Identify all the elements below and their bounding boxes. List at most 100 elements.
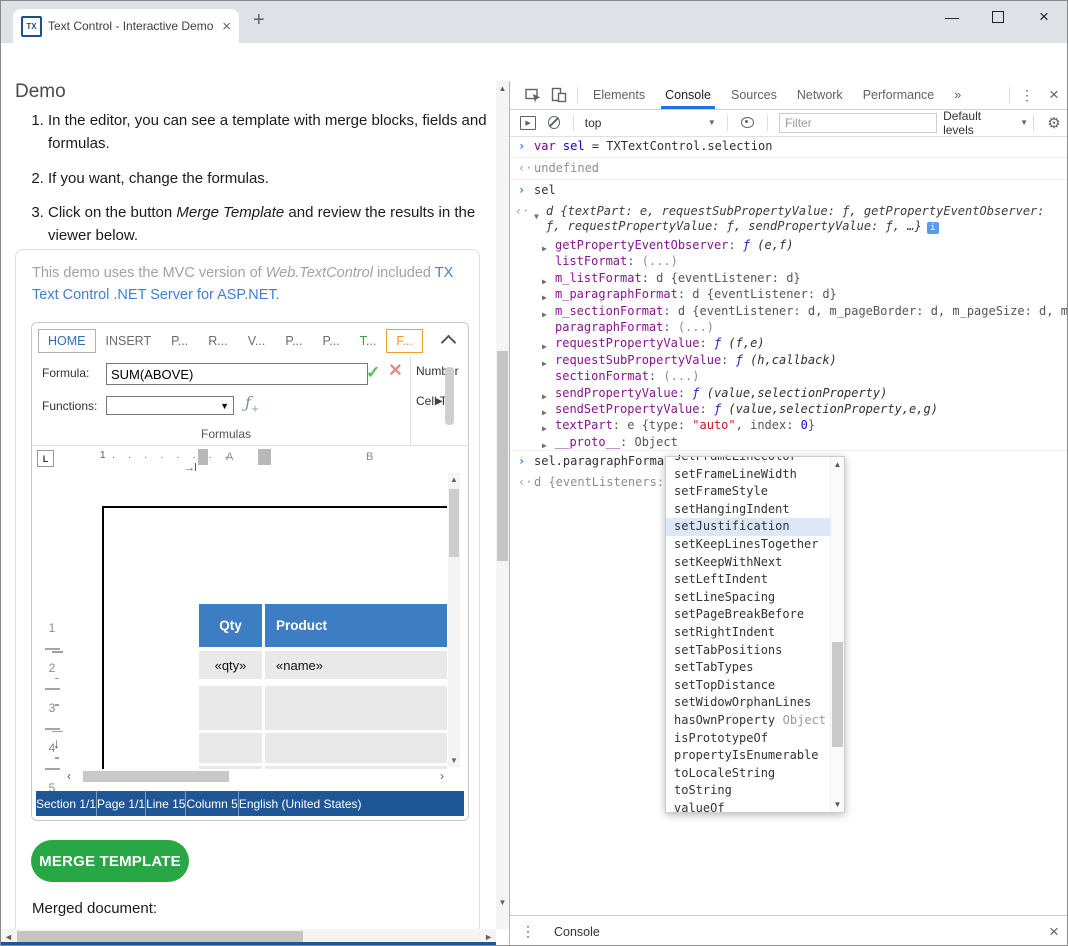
console-result[interactable]: ‹· undefined [510,157,1068,180]
autocomplete-item[interactable]: toString [666,782,844,800]
autocomplete-item[interactable]: setLineSpacing [666,589,844,607]
ribbon-tab[interactable]: R... [198,329,237,353]
expander-icon[interactable]: ▶ [542,339,547,351]
autocomplete-item[interactable]: setTabTypes [666,659,844,677]
autocomplete-item[interactable]: setKeepLinesTogether [666,536,844,554]
table-cell-empty[interactable] [265,686,447,730]
editor-horizontal-scrollbar[interactable]: ‹ › [67,769,444,784]
console-property-row[interactable]: ▶ m_listFormat: d {eventListener: d} [510,270,1068,286]
new-tab-button[interactable]: + [253,9,265,32]
autocomplete-item[interactable]: setRightIndent [666,624,844,642]
context-selector[interactable]: top▼ [579,116,722,130]
scroll-up-icon[interactable]: ▲ [831,460,844,469]
filter-input[interactable] [779,113,937,133]
settings-gear-icon[interactable]: ⚙ [1039,114,1068,132]
autocomplete-item[interactable]: toLocaleString [666,765,844,783]
cancel-formula-icon[interactable]: × [389,359,402,381]
expander-open-icon[interactable]: ▼ [534,209,539,224]
autocomplete-item[interactable]: setFrameStyle [666,483,844,501]
tab-selector-box[interactable]: L [37,450,54,467]
expander-icon[interactable]: ▶ [542,307,547,319]
scrollbar-thumb[interactable] [497,351,508,561]
table-cell-empty[interactable] [199,733,262,763]
drawer-close-icon[interactable]: × [1039,922,1068,942]
document-area[interactable]: ↓ Qty Product «qty» «name» [32,471,447,769]
expander-icon[interactable]: ▶ [542,438,547,450]
expander-icon[interactable]: ▶ [542,274,547,286]
expander-icon[interactable]: ▶ [542,421,547,433]
tab-close-icon[interactable]: × [222,19,231,34]
log-levels-dropdown[interactable]: Default levels▼ [943,109,1028,137]
table-header-qty[interactable]: Qty [199,604,262,647]
minimize-button[interactable]: — [929,1,975,32]
expand-right-icon[interactable]: ▶ [435,396,443,407]
devtools-tab[interactable]: Elements [583,82,655,109]
autocomplete-item[interactable]: setTopDistance [666,677,844,695]
autocomplete-item[interactable]: setLeftIndent [666,571,844,589]
console-property-row[interactable]: ▶ getPropertyEventObserver: ƒ (e,f) [510,237,1068,253]
console-sidebar-icon[interactable]: ▶ [520,116,536,130]
merge-template-button[interactable]: MERGE TEMPLATE [31,840,189,882]
console-property-row[interactable]: ▶ requestSubPropertyValue: ƒ (h,callback… [510,352,1068,368]
scroll-right-icon[interactable]: ► [484,932,493,942]
ribbon-tab[interactable]: V... [238,329,276,353]
expander-icon[interactable]: ▶ [542,241,547,253]
drawer-console-tab[interactable]: Console [540,916,614,946]
ruler-column-marker[interactable] [258,449,271,465]
ribbon-tab[interactable]: P... [161,329,198,353]
autocomplete-item[interactable]: propertyIsEnumerable [666,747,844,765]
autocomplete-item[interactable]: setJustification [666,518,844,536]
console-property-row[interactable]: ▶ m_sectionFormat: d {eventListener: d, … [510,303,1068,319]
ribbon-tab[interactable]: T... [350,329,387,353]
merge-field-name[interactable]: «name» [265,651,447,679]
ribbon-tab[interactable]: P... [275,329,312,353]
insert-function-icon[interactable]: ƒ+ [245,393,259,415]
close-button[interactable]: × [1021,1,1067,32]
autocomplete-item[interactable]: setKeepWithNext [666,554,844,572]
inspect-element-icon[interactable] [520,87,546,103]
status-item[interactable]: Section 1/1 [36,791,96,816]
table-header-product[interactable]: Product [265,604,447,647]
status-item[interactable]: English (United States) [238,791,362,816]
scroll-down-icon[interactable]: ▼ [449,756,459,765]
scroll-up-icon[interactable]: ▲ [496,84,509,93]
devtools-tab[interactable]: Network [787,82,853,109]
live-expression-icon[interactable] [741,117,755,128]
status-item[interactable]: Column 5 [185,791,237,816]
console-property-row[interactable]: ▶ requestPropertyValue: ƒ (f,e) [510,335,1068,351]
console-property-row[interactable]: listFormat: (...) [510,253,1068,269]
devtools-tab[interactable]: Performance [853,82,945,109]
autocomplete-item[interactable]: setHangingIndent [666,501,844,519]
horizontal-ruler[interactable]: . . . . . . . . [112,449,233,461]
devtools-close-icon[interactable]: × [1039,85,1068,105]
devtools-tab[interactable]: » [944,82,971,109]
apply-formula-icon[interactable]: ✓ [366,363,380,383]
console-property-row[interactable]: sectionFormat: (...) [510,368,1068,384]
devtools-tab[interactable]: Sources [721,82,787,109]
ribbon-scrollbar[interactable] [445,367,454,425]
scrollbar-thumb[interactable] [449,489,459,557]
ribbon-tab[interactable]: F... [386,329,423,353]
console-property-row[interactable]: ▶ sendPropertyValue: ƒ (value,selectionP… [510,385,1068,401]
autocomplete-item[interactable]: isPrototypeOf [666,730,844,748]
functions-dropdown[interactable]: ▼ [106,396,234,415]
merge-field-qty[interactable]: «qty» [199,651,262,679]
console-property-row[interactable]: ▶ textPart: e {type: "auto", index: 0} [510,417,1068,433]
ribbon-tab[interactable]: P... [313,329,350,353]
devtools-menu-icon[interactable]: ⋮ [1015,87,1039,104]
autocomplete-item[interactable]: setWidowOrphanLines [666,694,844,712]
autocomplete-item[interactable]: setFrameLineColor [666,456,844,466]
scroll-left-icon[interactable]: ‹ [67,769,71,784]
autocomplete-item[interactable]: setFrameLineWidth [666,466,844,484]
expander-icon[interactable]: ▶ [542,356,547,368]
autocomplete-item[interactable]: setTabPositions [666,642,844,660]
scroll-down-icon[interactable]: ▼ [496,898,509,907]
ruler-margin-marker[interactable] [198,449,208,465]
formula-input[interactable] [106,363,368,385]
expander-icon[interactable]: ▶ [542,405,547,417]
console-property-row[interactable]: ▶ __proto__: Object [510,434,1068,450]
autocomplete-item[interactable]: setPageBreakBefore [666,606,844,624]
expander-icon[interactable]: ▶ [542,389,547,401]
status-item[interactable]: Line 15 [145,791,185,816]
table-cell-empty[interactable] [265,733,447,763]
